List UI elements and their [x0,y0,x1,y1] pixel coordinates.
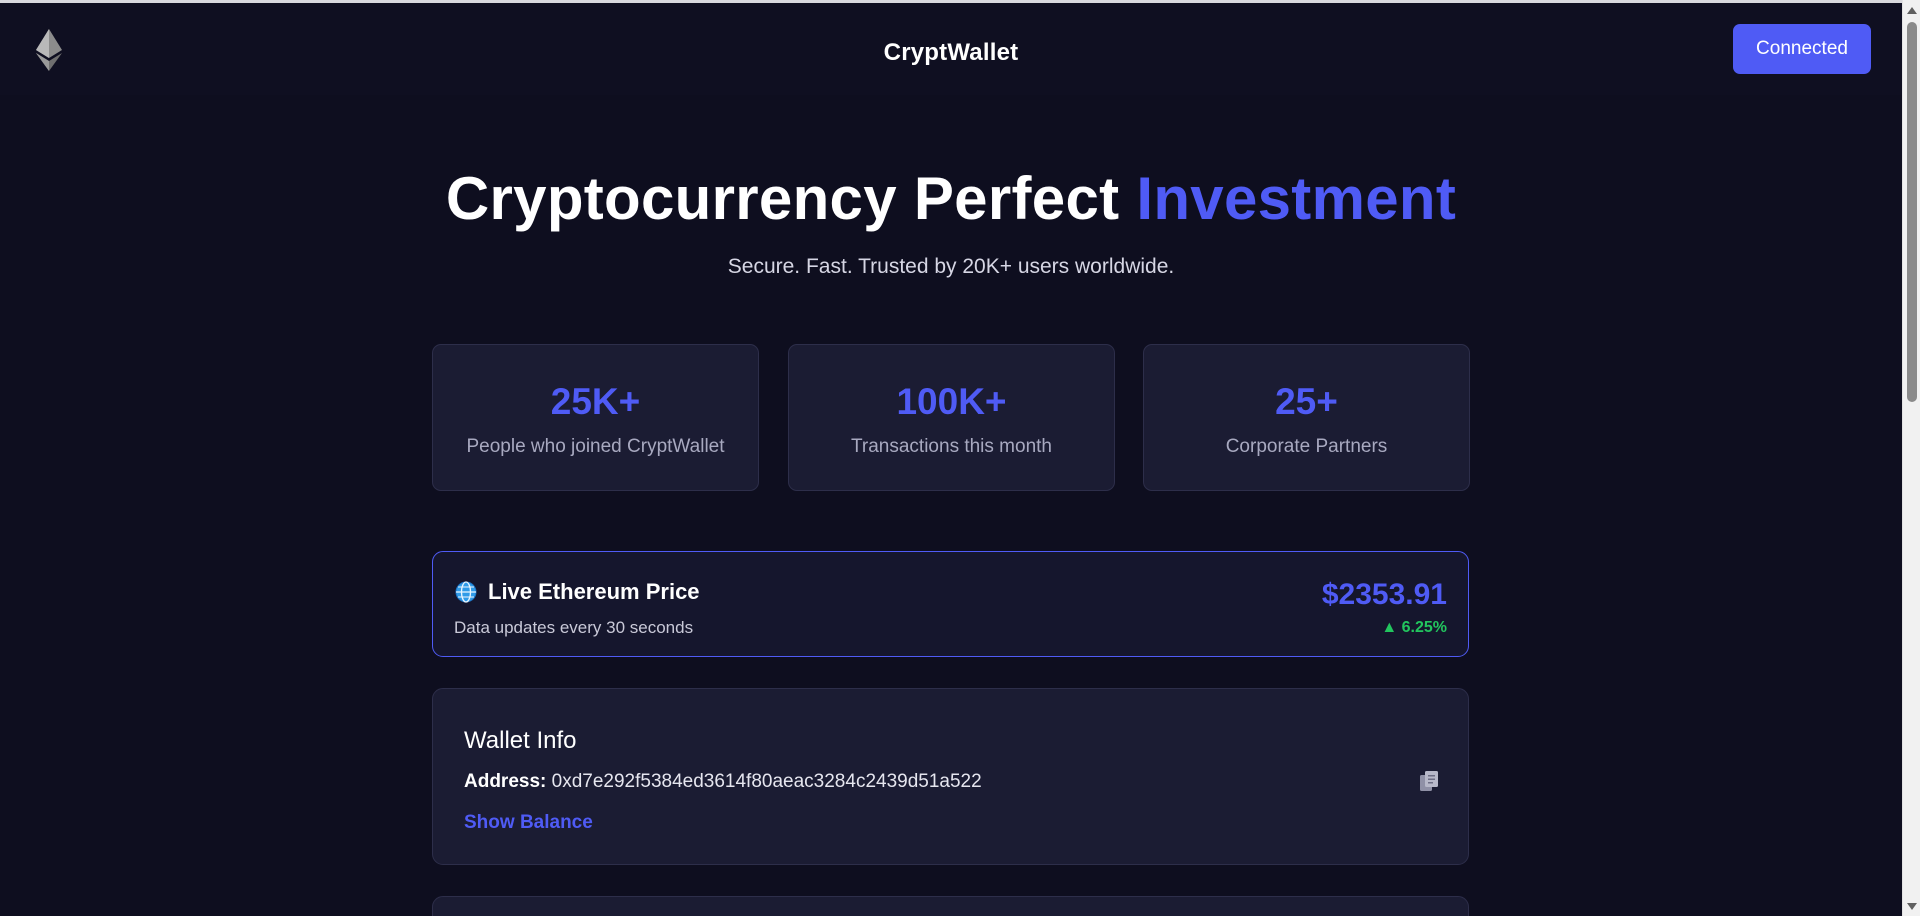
stat-label: People who joined CryptWallet [466,436,725,457]
scroll-down-arrow-icon[interactable] [1907,903,1917,910]
hero-title: Cryptocurrency Perfect Investment [0,163,1902,235]
page-viewport: CryptWallet Connected Cryptocurrency Per… [0,3,1902,916]
stat-label: Transactions this month [851,436,1052,457]
stat-value: 100K+ [896,381,1007,422]
price-title: Live Ethereum Price [488,579,700,604]
price-title-row: Live Ethereum Price [454,579,700,605]
stat-card-users: 25K+ People who joined CryptWallet [432,344,759,491]
price-update-note: Data updates every 30 seconds [454,618,694,637]
vertical-scrollbar[interactable] [1902,0,1920,916]
live-price-card: Live Ethereum Price Data updates every 3… [432,551,1469,657]
wallet-address-row: Address: 0xd7e292f5384ed3614f80aeac3284c… [464,771,982,793]
wallet-address: 0xd7e292f5384ed3614f80aeac3284c2439d51a5… [551,771,982,792]
hero-subtitle: Secure. Fast. Trusted by 20K+ users worl… [727,255,1175,278]
next-section-card [432,896,1469,916]
stat-value: 25+ [1275,381,1338,422]
price-change-badge: ▲ 6.25% [1381,619,1447,636]
scroll-up-arrow-icon[interactable] [1907,7,1917,14]
eth-price-value: $2353.91 [1321,578,1447,611]
hero-title-main: Cryptocurrency Perfect [445,165,1137,232]
wallet-info-card: Wallet Info Address: 0xd7e292f5384ed3614… [432,688,1469,865]
stat-card-partners: 25+ Corporate Partners [1143,344,1470,491]
app-title: CryptWallet [883,39,1019,66]
top-navbar: CryptWallet Connected [0,3,1902,95]
copy-icon[interactable] [1419,771,1439,793]
stat-label: Corporate Partners [1225,436,1388,457]
stat-card-transactions: 100K+ Transactions this month [788,344,1115,491]
stat-value: 25K+ [550,381,641,422]
show-balance-link[interactable]: Show Balance [464,812,593,834]
scrollbar-thumb[interactable] [1907,22,1917,402]
globe-icon [455,581,477,603]
wallet-title: Wallet Info [464,727,577,754]
address-label: Address: [464,771,547,792]
hero-title-accent: Investment [1136,165,1457,232]
connect-wallet-button[interactable]: Connected [1733,24,1871,74]
